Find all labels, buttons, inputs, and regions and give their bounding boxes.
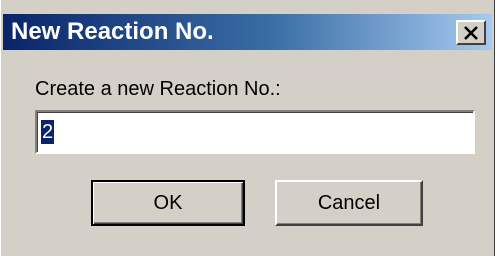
close-icon: [463, 25, 479, 40]
prompt-label: Create a new Reaction No.:: [35, 78, 281, 100]
close-button[interactable]: [456, 20, 486, 45]
dialog-title: New Reaction No.: [11, 18, 214, 45]
cancel-button[interactable]: Cancel: [275, 180, 423, 226]
ok-button[interactable]: OK: [91, 180, 245, 226]
title-bar[interactable]: New Reaction No.: [3, 14, 492, 50]
new-reaction-dialog: New Reaction No. Create a new Reaction N…: [0, 0, 495, 256]
ok-button-label: OK: [153, 191, 183, 214]
reaction-number-input[interactable]: 2: [35, 110, 475, 154]
reaction-number-value: 2: [41, 120, 55, 144]
cancel-button-label: Cancel: [317, 191, 381, 214]
